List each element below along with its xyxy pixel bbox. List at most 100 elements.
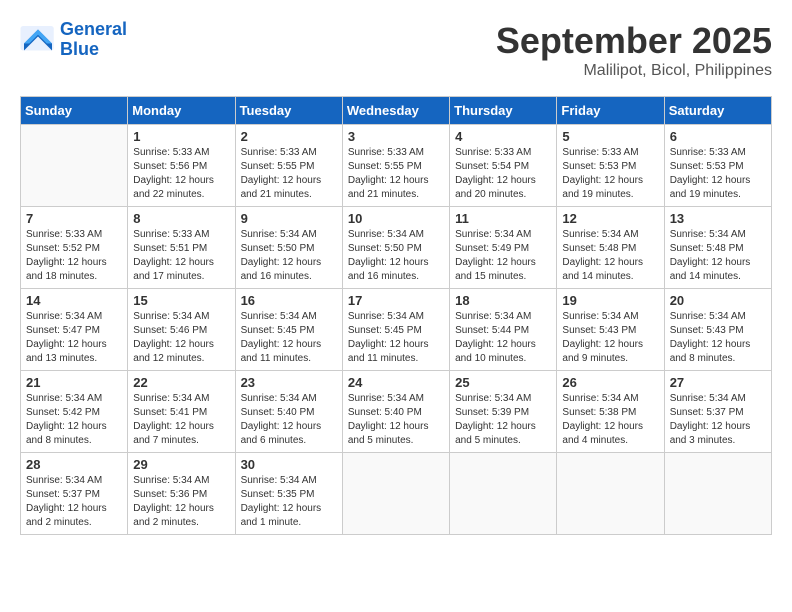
calendar-cell: 21Sunrise: 5:34 AM Sunset: 5:42 PM Dayli…: [21, 371, 128, 453]
calendar-cell: 27 Sunrise: 5:34 AM Sunset: 5:37 PM Dayli…: [664, 371, 771, 453]
day-info: Sunrise: 5:33 AM Sunset: 5:53 PM Dayligh…: [562, 146, 658, 202]
calendar-cell: 22 Sunrise: 5:34 AM Sunset: 5:41 PM Dayli…: [128, 371, 235, 453]
day-info: Sunrise: 5:33 AM Sunset: 5:51 PM Dayligh…: [133, 228, 229, 284]
calendar-cell: 24Sunrise: 5:34 AM Sunset: 5:40 PM Dayli…: [342, 371, 449, 453]
day-number: 29: [133, 457, 229, 472]
day-info: Sunrise: 5:34 AM Sunset: 5:36 PM Dayligh…: [133, 474, 229, 530]
calendar-cell: 18 Sunrise: 5:34 AM Sunset: 5:44 PM Dayli…: [450, 289, 557, 371]
day-info: Sunrise: 5:34 AM Sunset: 5:44 PM Dayligh…: [455, 310, 551, 366]
day-info: Sunrise: 5:33 AM Sunset: 5:53 PM Dayligh…: [670, 146, 766, 202]
day-info: Sunrise: 5:34 AM Sunset: 5:41 PM Dayligh…: [133, 392, 229, 448]
calendar-cell: [450, 453, 557, 535]
day-info: Sunrise: 5:34 AM Sunset: 5:37 PM Dayligh…: [670, 392, 766, 448]
calendar-cell: [21, 125, 128, 207]
day-number: 17: [348, 293, 444, 308]
day-number: 7: [26, 211, 122, 226]
day-info: Sunrise: 5:33 AM Sunset: 5:56 PM Dayligh…: [133, 146, 229, 202]
day-info: Sunrise: 5:34 AM Sunset: 5:48 PM Dayligh…: [562, 228, 658, 284]
day-number: 18: [455, 293, 551, 308]
day-info: Sunrise: 5:34 AM Sunset: 5:48 PM Dayligh…: [670, 228, 766, 284]
day-number: 14: [26, 293, 122, 308]
day-info: Sunrise: 5:34 AM Sunset: 5:37 PM Dayligh…: [26, 474, 122, 530]
day-number: 5: [562, 129, 658, 144]
day-info: Sunrise: 5:33 AM Sunset: 5:55 PM Dayligh…: [241, 146, 337, 202]
month-title: September 2025: [496, 20, 772, 62]
calendar-cell: 10 Sunrise: 5:34 AM Sunset: 5:50 PM Dayli…: [342, 207, 449, 289]
day-info: Sunrise: 5:33 AM Sunset: 5:52 PM Dayligh…: [26, 228, 122, 284]
calendar-cell: [342, 453, 449, 535]
calendar-week-1: 1 Sunrise: 5:33 AM Sunset: 5:56 PM Daylig…: [21, 125, 772, 207]
calendar-cell: 30Sunrise: 5:34 AM Sunset: 5:35 PM Dayli…: [235, 453, 342, 535]
weekday-header-wednesday: Wednesday: [342, 97, 449, 125]
day-number: 16: [241, 293, 337, 308]
day-number: 6: [670, 129, 766, 144]
logo-line1: General: [60, 19, 127, 39]
day-number: 15: [133, 293, 229, 308]
day-number: 1: [133, 129, 229, 144]
calendar-cell: 26Sunrise: 5:34 AM Sunset: 5:38 PM Dayli…: [557, 371, 664, 453]
calendar-cell: 17 Sunrise: 5:34 AM Sunset: 5:45 PM Dayli…: [342, 289, 449, 371]
calendar-cell: [664, 453, 771, 535]
calendar-cell: 5 Sunrise: 5:33 AM Sunset: 5:53 PM Daylig…: [557, 125, 664, 207]
calendar-cell: 13 Sunrise: 5:34 AM Sunset: 5:48 PM Dayli…: [664, 207, 771, 289]
calendar-cell: 12Sunrise: 5:34 AM Sunset: 5:48 PM Dayli…: [557, 207, 664, 289]
calendar-cell: 2 Sunrise: 5:33 AM Sunset: 5:55 PM Daylig…: [235, 125, 342, 207]
day-info: Sunrise: 5:34 AM Sunset: 5:45 PM Dayligh…: [348, 310, 444, 366]
calendar-cell: 6 Sunrise: 5:33 AM Sunset: 5:53 PM Daylig…: [664, 125, 771, 207]
weekday-header-friday: Friday: [557, 97, 664, 125]
calendar-cell: 28 Sunrise: 5:34 AM Sunset: 5:37 PM Dayli…: [21, 453, 128, 535]
page-header: General Blue September 2025 Malilipot, B…: [20, 20, 772, 80]
calendar-cell: 7 Sunrise: 5:33 AM Sunset: 5:52 PM Daylig…: [21, 207, 128, 289]
weekday-header-saturday: Saturday: [664, 97, 771, 125]
day-number: 25: [455, 375, 551, 390]
day-info: Sunrise: 5:34 AM Sunset: 5:50 PM Dayligh…: [348, 228, 444, 284]
day-info: Sunrise: 5:34 AM Sunset: 5:49 PM Dayligh…: [455, 228, 551, 284]
weekday-header-thursday: Thursday: [450, 97, 557, 125]
calendar-cell: 29 Sunrise: 5:34 AM Sunset: 5:36 PM Dayli…: [128, 453, 235, 535]
day-number: 9: [241, 211, 337, 226]
day-number: 8: [133, 211, 229, 226]
day-number: 23: [241, 375, 337, 390]
day-number: 13: [670, 211, 766, 226]
calendar-week-5: 28 Sunrise: 5:34 AM Sunset: 5:37 PM Dayli…: [21, 453, 772, 535]
calendar-cell: 25 Sunrise: 5:34 AM Sunset: 5:39 PM Dayli…: [450, 371, 557, 453]
day-info: Sunrise: 5:34 AM Sunset: 5:40 PM Dayligh…: [348, 392, 444, 448]
title-area: September 2025 Malilipot, Bicol, Philipp…: [496, 20, 772, 80]
day-number: 22: [133, 375, 229, 390]
day-number: 27: [670, 375, 766, 390]
day-info: Sunrise: 5:34 AM Sunset: 5:40 PM Dayligh…: [241, 392, 337, 448]
day-info: Sunrise: 5:34 AM Sunset: 5:46 PM Dayligh…: [133, 310, 229, 366]
calendar-cell: 14 Sunrise: 5:34 AM Sunset: 5:47 PM Dayli…: [21, 289, 128, 371]
calendar-week-4: 21Sunrise: 5:34 AM Sunset: 5:42 PM Dayli…: [21, 371, 772, 453]
day-number: 28: [26, 457, 122, 472]
calendar-week-2: 7 Sunrise: 5:33 AM Sunset: 5:52 PM Daylig…: [21, 207, 772, 289]
day-number: 4: [455, 129, 551, 144]
calendar-table: SundayMondayTuesdayWednesdayThursdayFrid…: [20, 96, 772, 535]
location-title: Malilipot, Bicol, Philippines: [496, 62, 772, 80]
day-info: Sunrise: 5:34 AM Sunset: 5:39 PM Dayligh…: [455, 392, 551, 448]
day-info: Sunrise: 5:34 AM Sunset: 5:43 PM Dayligh…: [562, 310, 658, 366]
calendar-cell: 3Sunrise: 5:33 AM Sunset: 5:55 PM Daylig…: [342, 125, 449, 207]
calendar-cell: 23 Sunrise: 5:34 AM Sunset: 5:40 PM Dayli…: [235, 371, 342, 453]
day-info: Sunrise: 5:34 AM Sunset: 5:35 PM Dayligh…: [241, 474, 337, 530]
day-number: 10: [348, 211, 444, 226]
weekday-header-tuesday: Tuesday: [235, 97, 342, 125]
day-number: 11: [455, 211, 551, 226]
calendar-cell: 15 Sunrise: 5:34 AM Sunset: 5:46 PM Dayli…: [128, 289, 235, 371]
calendar-cell: [557, 453, 664, 535]
weekday-header-row: SundayMondayTuesdayWednesdayThursdayFrid…: [21, 97, 772, 125]
calendar-cell: 4Sunrise: 5:33 AM Sunset: 5:54 PM Daylig…: [450, 125, 557, 207]
day-number: 19: [562, 293, 658, 308]
day-info: Sunrise: 5:34 AM Sunset: 5:50 PM Dayligh…: [241, 228, 337, 284]
weekday-header-sunday: Sunday: [21, 97, 128, 125]
logo-line2: Blue: [60, 39, 99, 59]
calendar-cell: 9 Sunrise: 5:34 AM Sunset: 5:50 PM Daylig…: [235, 207, 342, 289]
day-info: Sunrise: 5:34 AM Sunset: 5:47 PM Dayligh…: [26, 310, 122, 366]
day-info: Sunrise: 5:34 AM Sunset: 5:45 PM Dayligh…: [241, 310, 337, 366]
day-info: Sunrise: 5:34 AM Sunset: 5:43 PM Dayligh…: [670, 310, 766, 366]
day-info: Sunrise: 5:34 AM Sunset: 5:42 PM Dayligh…: [26, 392, 122, 448]
calendar-week-3: 14 Sunrise: 5:34 AM Sunset: 5:47 PM Dayli…: [21, 289, 772, 371]
logo: General Blue: [20, 20, 127, 60]
day-number: 2: [241, 129, 337, 144]
calendar-cell: 1 Sunrise: 5:33 AM Sunset: 5:56 PM Daylig…: [128, 125, 235, 207]
